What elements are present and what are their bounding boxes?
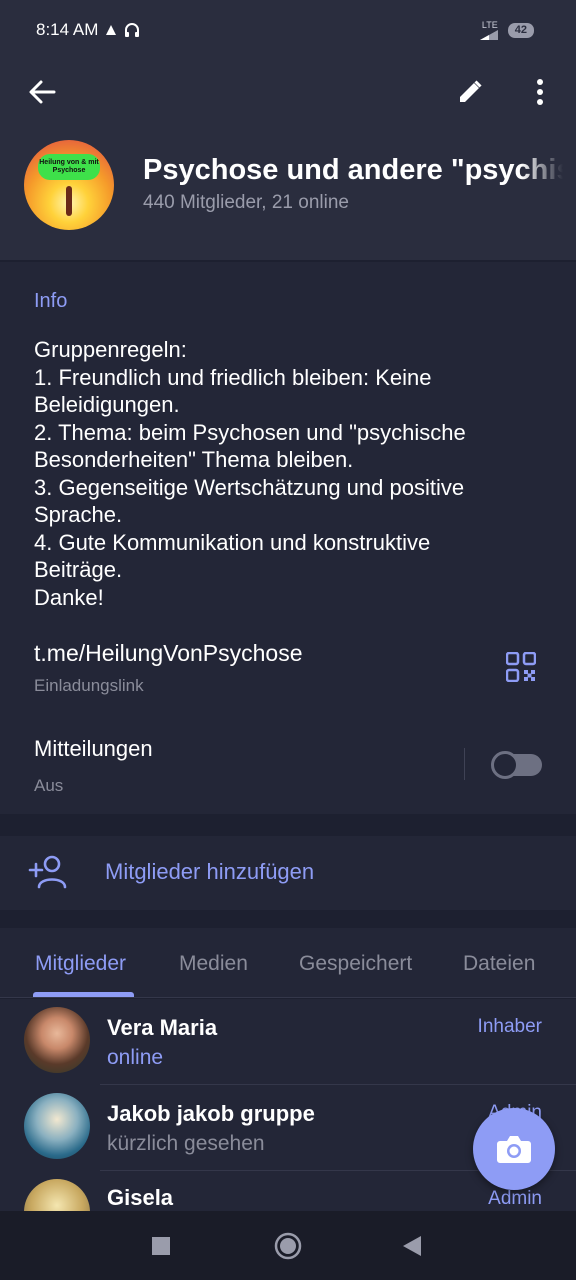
add-user-icon: [28, 855, 67, 889]
tab-dateien[interactable]: Dateien: [463, 952, 535, 976]
notifications-state: Aus: [34, 776, 64, 795]
recents-button[interactable]: [144, 1229, 178, 1263]
member-status: kürzlich gesehen: [107, 1132, 265, 1155]
invite-link-row[interactable]: t.me/HeilungVonPsychose Einladungslink: [0, 632, 576, 702]
more-options-button[interactable]: [520, 72, 560, 112]
tab-medien[interactable]: Medien: [179, 952, 248, 976]
group-member-count: 440 Mitglieder, 21 online: [143, 192, 349, 213]
description-line: Beleidigungen.: [34, 392, 180, 417]
group-avatar[interactable]: Heilung von & mit Psychose: [24, 140, 114, 230]
info-section: Info Gruppenregeln: 1. Freundlich und fr…: [0, 262, 576, 814]
member-name: Vera Maria: [107, 1015, 218, 1040]
back-button[interactable]: [22, 72, 62, 112]
tab-indicator: [33, 992, 134, 997]
square-icon: [152, 1237, 170, 1255]
status-bar: 8:14 AM LTE 42: [0, 0, 576, 60]
member-status: online: [107, 1046, 164, 1069]
divider: [464, 748, 465, 780]
member-role: Inhaber: [477, 1016, 542, 1037]
description-line: 2. Thema: beim Psychosen und "psychische: [34, 419, 466, 445]
invite-link-label: Einladungslink: [34, 676, 144, 695]
description-line: 3. Gegenseitige Wertschätzung und positi…: [34, 474, 465, 500]
member-name: Jakob jakob gruppe: [107, 1101, 315, 1126]
circle-icon: [274, 1232, 302, 1260]
description-line: Sprache.: [34, 502, 123, 527]
description-line: Gruppenregeln:: [34, 337, 187, 362]
notification-icon: [106, 25, 117, 35]
avatar: [24, 1007, 90, 1073]
group-title: Psychose und andere "psychische Besonder…: [143, 154, 563, 186]
tab-bar: Mitglieder Medien Gespeichert Dateien: [0, 928, 576, 998]
list-item[interactable]: Vera Maria online Inhaber: [0, 999, 576, 1085]
more-vertical-icon: [537, 79, 543, 105]
invite-link[interactable]: t.me/HeilungVonPsychose: [34, 640, 303, 667]
description-line: Beiträge.: [34, 557, 123, 582]
description-line: 1. Freundlich und friedlich bleiben: Kei…: [34, 364, 432, 390]
notifications-row[interactable]: Mitteilungen Aus: [0, 732, 576, 802]
camera-button[interactable]: [473, 1108, 555, 1190]
camera-icon: [497, 1136, 531, 1163]
add-members-button[interactable]: Mitglieder hinzufügen: [0, 836, 576, 910]
avatar-logo-text: Heilung von & mit Psychose: [38, 154, 100, 180]
avatar: [24, 1179, 90, 1211]
qr-code-button[interactable]: [505, 651, 540, 686]
battery-indicator: 42: [507, 22, 534, 38]
group-description: Gruppenregeln: 1. Freundlich und friedli…: [34, 336, 534, 611]
add-members-label: Mitglieder hinzufügen: [105, 859, 315, 884]
qr-code-icon: [505, 651, 537, 683]
member-role: Admin: [488, 1188, 542, 1209]
pencil-icon: [460, 80, 482, 102]
notifications-toggle[interactable]: [491, 751, 542, 779]
network-label: LTE: [481, 19, 498, 30]
arrow-left-icon: [29, 80, 56, 104]
toggle-knob: [491, 751, 519, 779]
notifications-label: Mitteilungen: [34, 736, 153, 761]
member-name: Gisela: [107, 1185, 174, 1210]
signal-icon: [479, 29, 498, 40]
avatar: [24, 1093, 90, 1159]
tab-gespeichert[interactable]: Gespeichert: [299, 952, 412, 976]
back-nav-button[interactable]: [395, 1229, 429, 1263]
status-time: 8:14 AM: [36, 20, 99, 39]
home-button[interactable]: [271, 1229, 305, 1263]
description-line: Danke!: [34, 584, 104, 610]
description-line: 4. Gute Kommunikation und konstruktive: [34, 529, 431, 555]
system-nav-bar: [0, 1211, 576, 1280]
headphones-icon: [125, 23, 140, 37]
edit-button[interactable]: [450, 72, 490, 112]
triangle-back-icon: [403, 1236, 421, 1256]
avatar-figure: [66, 186, 72, 216]
info-heading: Info: [34, 290, 68, 312]
group-header: Heilung von & mit Psychose Psychose und …: [0, 60, 576, 260]
tab-mitglieder[interactable]: Mitglieder: [35, 952, 126, 976]
description-line: Besonderheiten" Thema bleiben.: [34, 447, 354, 472]
